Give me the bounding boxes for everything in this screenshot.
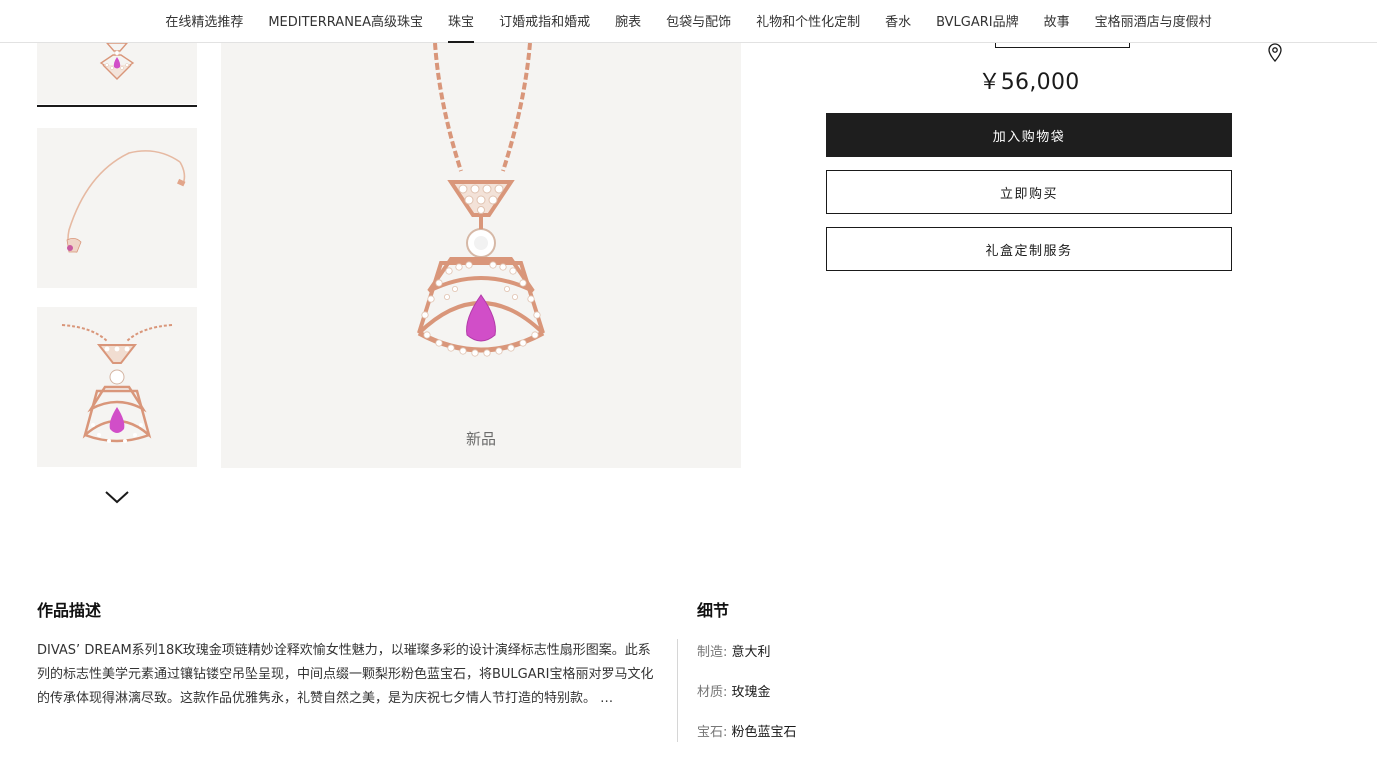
nav-item-mediterranea[interactable]: MEDITERRANEA高级珠宝 <box>268 0 423 43</box>
detail-value: 意大利 <box>731 645 771 660</box>
detail-key: 材质: <box>697 685 732 700</box>
detail-row-gemstone: 宝石: 粉色蓝宝石 <box>697 721 797 740</box>
detail-value: 粉色蓝宝石 <box>731 725 797 740</box>
map-pin-icon <box>1268 43 1282 62</box>
nav-item-hotels[interactable]: 宝格丽酒店与度假村 <box>1095 0 1212 43</box>
thumbnail-side-view[interactable] <box>37 128 197 288</box>
details-title: 细节 <box>697 601 730 620</box>
detail-value: 玫瑰金 <box>731 685 771 700</box>
nav-item-jewelry[interactable]: 珠宝 <box>448 0 475 43</box>
nav-item-watches[interactable]: 腕表 <box>615 0 641 43</box>
description-text: DIVAS’ DREAM系列18K玫瑰金项链精妙诠释欢愉女性魅力，以璀璨多彩的设… <box>37 643 654 706</box>
thumbnail-pendant-closeup[interactable] <box>37 307 197 467</box>
thumbnail-next-button[interactable] <box>103 487 131 507</box>
nav-item-engagement[interactable]: 订婚戒指和婚戒 <box>499 0 590 43</box>
gift-service-button[interactable]: 礼盒定制服务 <box>826 227 1232 271</box>
detail-key: 制造: <box>697 645 732 660</box>
nav-item-brand[interactable]: BVLGARI品牌 <box>936 0 1019 43</box>
new-product-tag: 新品 <box>465 430 496 448</box>
detail-row-origin: 制造: 意大利 <box>697 641 771 660</box>
top-navigation: 在线精选推荐 MEDITERRANEA高级珠宝 珠宝 订婚戒指和婚戒 腕表 包袋… <box>0 0 1377 43</box>
buy-now-button[interactable]: 立即购买 <box>826 170 1232 214</box>
thumbnail-selected-indicator <box>37 105 197 107</box>
product-price: ￥56,000 <box>978 70 1080 95</box>
detail-row-material: 材质: 玫瑰金 <box>697 681 771 700</box>
chevron-down-icon <box>105 491 129 504</box>
nav-item-featured[interactable]: 在线精选推荐 <box>165 0 243 43</box>
nav-item-fragrance[interactable]: 香水 <box>885 0 911 43</box>
nav-item-bags[interactable]: 包袋与配饰 <box>666 0 731 43</box>
description-title: 作品描述 <box>37 601 102 620</box>
main-product-image: 新品 <box>221 43 741 468</box>
detail-key: 宝石: <box>697 725 732 740</box>
section-divider <box>677 639 678 742</box>
store-locator-button[interactable] <box>1266 42 1284 62</box>
nav-item-gifts[interactable]: 礼物和个性化定制 <box>756 0 860 43</box>
add-to-bag-button[interactable]: 加入购物袋 <box>826 113 1232 157</box>
thumbnail-front-view[interactable] <box>37 43 197 104</box>
nav-item-stories[interactable]: 故事 <box>1044 0 1070 43</box>
necklace-pendant-image <box>417 43 545 357</box>
